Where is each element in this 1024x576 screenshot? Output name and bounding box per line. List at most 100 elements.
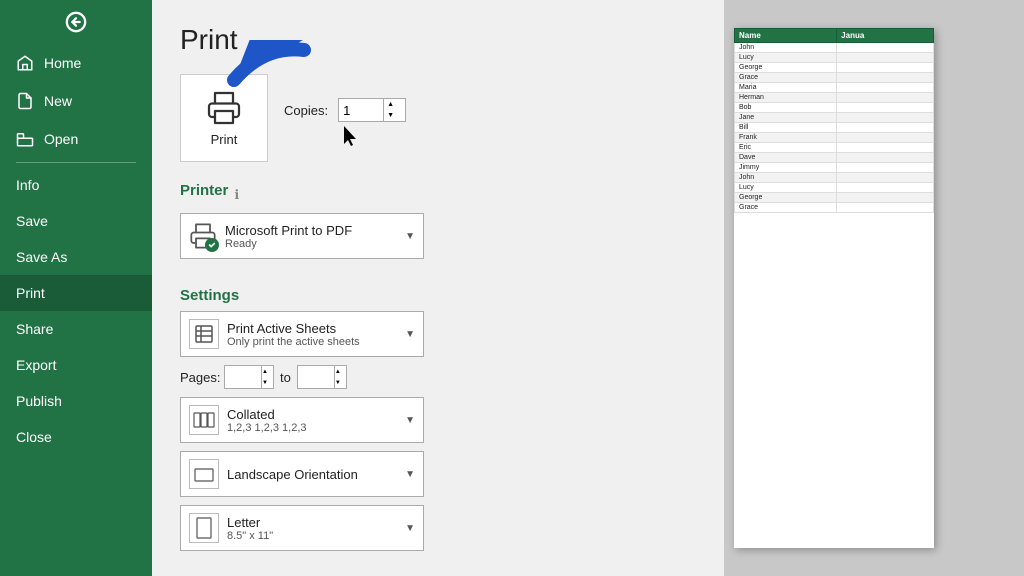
sidebar-new-label: New: [44, 93, 72, 109]
pages-from-spinbox[interactable]: ▲ ▼: [224, 365, 274, 389]
copies-down-arrow[interactable]: ▼: [384, 110, 397, 121]
table-row: Lucy: [735, 183, 934, 193]
paper-dropdown[interactable]: Letter 8.5" x 11" ▼: [180, 505, 424, 551]
table-row: Maria: [735, 83, 934, 93]
printer-ready-dot: [205, 238, 219, 252]
table-row: Eric: [735, 143, 934, 153]
sidebar-item-print[interactable]: Print: [0, 275, 152, 311]
copies-arrows: ▲ ▼: [383, 99, 397, 121]
print-button-label: Print: [211, 132, 238, 147]
copies-label: Copies:: [284, 103, 328, 118]
active-sheets-text: Print Active Sheets Only print the activ…: [227, 321, 397, 348]
table-row: Jimmy: [735, 163, 934, 173]
back-button[interactable]: [0, 0, 152, 44]
pages-to-label: to: [280, 370, 291, 385]
sidebar-item-export[interactable]: Export: [0, 347, 152, 383]
table-row: Herman: [735, 93, 934, 103]
checkmark-icon: [208, 241, 216, 249]
table-row: Grace: [735, 73, 934, 83]
pages-from-input[interactable]: [225, 370, 261, 384]
pages-to-up[interactable]: ▲: [335, 366, 341, 377]
sidebar-saveas-label: Save As: [16, 249, 67, 265]
sidebar-share-label: Share: [16, 321, 53, 337]
new-icon: [16, 92, 34, 110]
active-sheets-sub: Only print the active sheets: [227, 336, 397, 348]
collated-chevron-icon: ▼: [405, 415, 415, 426]
paper-icon: [189, 513, 219, 543]
settings-section-title: Settings: [180, 287, 239, 304]
printer-chevron-icon: ▼: [405, 231, 415, 242]
collated-sub: 1,2,3 1,2,3 1,2,3: [227, 422, 397, 434]
orientation-icon: [189, 459, 219, 489]
active-sheets-icon: [189, 319, 219, 349]
printer-text: Microsoft Print to PDF Ready: [225, 223, 397, 250]
sidebar-item-save-as[interactable]: Save As: [0, 239, 152, 275]
print-button[interactable]: Print: [180, 74, 268, 162]
table-row: Dave: [735, 153, 934, 163]
copies-section: Copies: ▲ ▼: [284, 90, 406, 146]
sidebar-print-label: Print: [16, 285, 45, 301]
sidebar-item-share[interactable]: Share: [0, 311, 152, 347]
pages-to-down[interactable]: ▼: [335, 377, 341, 388]
open-icon: [16, 130, 34, 148]
collated-text: Collated 1,2,3 1,2,3 1,2,3: [227, 407, 397, 434]
landscape-icon: [193, 465, 215, 483]
sidebar-save-label: Save: [16, 213, 48, 229]
collated-icon: [189, 405, 219, 435]
sidebar-divider: [16, 162, 136, 163]
back-icon: [65, 11, 87, 33]
sidebar-item-save[interactable]: Save: [0, 203, 152, 239]
sidebar-item-new[interactable]: New: [0, 82, 152, 120]
pages-from-down[interactable]: ▼: [262, 377, 268, 388]
paper-size-icon: [195, 517, 213, 539]
preview-col-janua: Janua: [837, 29, 934, 43]
sidebar-export-label: Export: [16, 357, 56, 373]
printer-status: Ready: [225, 238, 397, 250]
collated-dropdown[interactable]: Collated 1,2,3 1,2,3 1,2,3 ▼: [180, 397, 424, 443]
orientation-dropdown[interactable]: Landscape Orientation ▼: [180, 451, 424, 497]
table-row: Bill: [735, 123, 934, 133]
sidebar-item-home[interactable]: Home: [0, 44, 152, 82]
sidebar-item-close[interactable]: Close: [0, 419, 152, 455]
orientation-main: Landscape Orientation: [227, 467, 397, 482]
copies-input[interactable]: [339, 99, 383, 121]
sidebar-item-info[interactable]: Info: [0, 167, 152, 203]
paper-sub: 8.5" x 11": [227, 530, 397, 542]
pages-from-up[interactable]: ▲: [262, 366, 268, 377]
collated-main: Collated: [227, 407, 397, 422]
pages-label: Pages:: [180, 370, 218, 385]
active-sheets-main: Print Active Sheets: [227, 321, 397, 336]
active-sheets-chevron-icon: ▼: [405, 329, 415, 340]
sidebar: Home New Open Info Save Save As Print Sh…: [0, 0, 152, 576]
orientation-chevron-icon: ▼: [405, 469, 415, 480]
preview-col-name: Name: [735, 29, 837, 43]
preview-page: Name Janua JohnLucyGeorgeGraceMariaHerma…: [734, 28, 934, 548]
copies-up-arrow[interactable]: ▲: [384, 99, 397, 110]
printer-icon: [206, 90, 242, 126]
preview-table: Name Janua JohnLucyGeorgeGraceMariaHerma…: [734, 28, 934, 213]
sidebar-close-label: Close: [16, 429, 52, 445]
sidebar-item-open[interactable]: Open: [0, 120, 152, 158]
copies-row: Copies: ▲ ▼: [284, 98, 406, 122]
pages-to-spinbox[interactable]: ▲ ▼: [297, 365, 347, 389]
printer-icon-area: [189, 222, 217, 250]
collate-icon: [193, 411, 215, 429]
table-row: John: [735, 43, 934, 53]
home-icon: [16, 54, 34, 72]
paper-text: Letter 8.5" x 11": [227, 515, 397, 542]
pages-to-input[interactable]: [298, 370, 334, 384]
table-row: Bob: [735, 103, 934, 113]
table-row: Frank: [735, 133, 934, 143]
copies-spinbox[interactable]: ▲ ▼: [338, 98, 406, 122]
sidebar-open-label: Open: [44, 131, 78, 147]
sidebar-item-publish[interactable]: Publish: [0, 383, 152, 419]
sidebar-info-label: Info: [16, 177, 39, 193]
sidebar-home-label: Home: [44, 55, 81, 71]
info-icon: ℹ: [234, 187, 239, 203]
printer-section-title: Printer: [180, 182, 228, 199]
active-sheets-dropdown[interactable]: Print Active Sheets Only print the activ…: [180, 311, 424, 357]
orientation-text: Landscape Orientation: [227, 467, 397, 482]
table-row: Grace: [735, 203, 934, 213]
paper-chevron-icon: ▼: [405, 523, 415, 534]
printer-dropdown[interactable]: Microsoft Print to PDF Ready ▼: [180, 213, 424, 259]
